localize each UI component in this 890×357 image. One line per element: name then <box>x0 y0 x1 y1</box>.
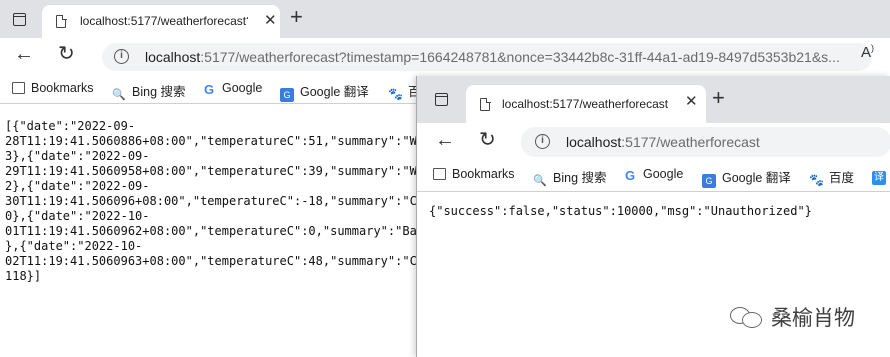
bookmark-google[interactable]: G Google <box>202 81 262 97</box>
bookmark-google[interactable]: G Google <box>623 167 683 183</box>
close-icon[interactable]: ✕ <box>264 13 277 28</box>
tab-actions-icon[interactable] <box>13 13 26 26</box>
bookmark-bookmarks[interactable]: Bookmarks <box>433 167 515 181</box>
tab-title: localhost:5177/weatherforecast?timestamp… <box>80 14 248 28</box>
address-bar[interactable]: i localhost:5177/weatherforecast?timesta… <box>102 43 872 71</box>
bookmark-icon <box>12 82 25 94</box>
arrow-left-icon[interactable]: ← <box>14 44 34 64</box>
google-icon: G <box>203 82 215 97</box>
url-text: localhost:5177/weatherforecast <box>566 134 760 150</box>
reload-icon[interactable]: ↻ <box>479 130 496 150</box>
bookmark-google-translate[interactable]: G Google 翻译 <box>280 81 369 102</box>
baidu-icon: 🐾 <box>388 87 403 101</box>
translate-icon: G <box>702 174 716 188</box>
tab-weatherforecast-timestamp[interactable]: localhost:5177/weatherforecast?timestamp… <box>42 5 280 38</box>
page-icon <box>56 14 67 28</box>
info-icon[interactable]: i <box>535 134 550 149</box>
bookmark-bookmarks[interactable]: Bookmarks <box>12 81 94 95</box>
reload-icon[interactable]: ↻ <box>58 44 75 64</box>
translate-icon: G <box>280 88 294 102</box>
watermark-text: 桑榆肖物 <box>771 306 855 330</box>
bookmark-google-translate[interactable]: G Google 翻译 <box>702 167 791 188</box>
search-icon: 🔍 <box>533 175 547 187</box>
plus-icon[interactable]: + <box>290 6 303 28</box>
watermark: 桑榆肖物 <box>730 302 855 332</box>
url-host: localhost <box>566 134 622 150</box>
tab-title: localhost:5177/weatherforecast <box>502 97 669 111</box>
tab-strip: localhost:5177/weatherforecast ✕ + <box>417 76 890 123</box>
bookmark-translate-ext[interactable]: 译 <box>872 167 890 185</box>
search-icon: 🔍 <box>112 89 126 101</box>
bookmarks-bar: Bookmarks 🔍 Bing 搜索 G Google G Google 翻译 🐾 百… <box>417 160 890 192</box>
url-text: localhost:5177/weatherforecast?timestamp… <box>145 49 840 65</box>
url-path: :5177/weatherforecast <box>621 134 760 150</box>
close-icon[interactable]: ✕ <box>685 94 698 109</box>
json-line: {"success":false,"status":10000,"msg":"U… <box>429 204 812 218</box>
url-path: :5177/weatherforecast?timestamp=16642487… <box>200 49 840 65</box>
page-icon <box>480 97 491 111</box>
url-host: localhost <box>145 49 201 65</box>
google-icon: G <box>624 168 636 183</box>
bookmark-bing[interactable]: 🔍 Bing 搜索 <box>533 167 606 188</box>
tab-actions-icon[interactable] <box>435 93 448 106</box>
plus-icon[interactable]: + <box>712 87 725 109</box>
translate-ext-icon: 译 <box>872 171 886 185</box>
info-icon[interactable]: i <box>114 49 129 64</box>
tab-weatherforecast[interactable]: localhost:5177/weatherforecast ✕ <box>466 85 706 123</box>
arrow-left-icon[interactable]: ← <box>435 130 455 150</box>
wechat-logo-icon <box>730 305 764 329</box>
toolbar: ← ↻ i localhost:5177/weatherforecast <box>417 123 890 160</box>
read-aloud-icon[interactable]: A) <box>861 43 874 61</box>
bookmark-bing[interactable]: 🔍 Bing 搜索 <box>112 81 185 102</box>
baidu-icon: 🐾 <box>809 173 824 187</box>
toolbar: ← ↻ i localhost:5177/weatherforecast?tim… <box>0 38 890 74</box>
tab-strip: localhost:5177/weatherforecast?timestamp… <box>0 0 890 38</box>
page-content: {"success":false,"status":10000,"msg":"U… <box>417 192 890 357</box>
bookmark-baidu[interactable]: 🐾 百度 <box>809 167 854 187</box>
bookmark-icon <box>433 168 446 180</box>
address-bar[interactable]: i localhost:5177/weatherforecast <box>521 127 890 157</box>
